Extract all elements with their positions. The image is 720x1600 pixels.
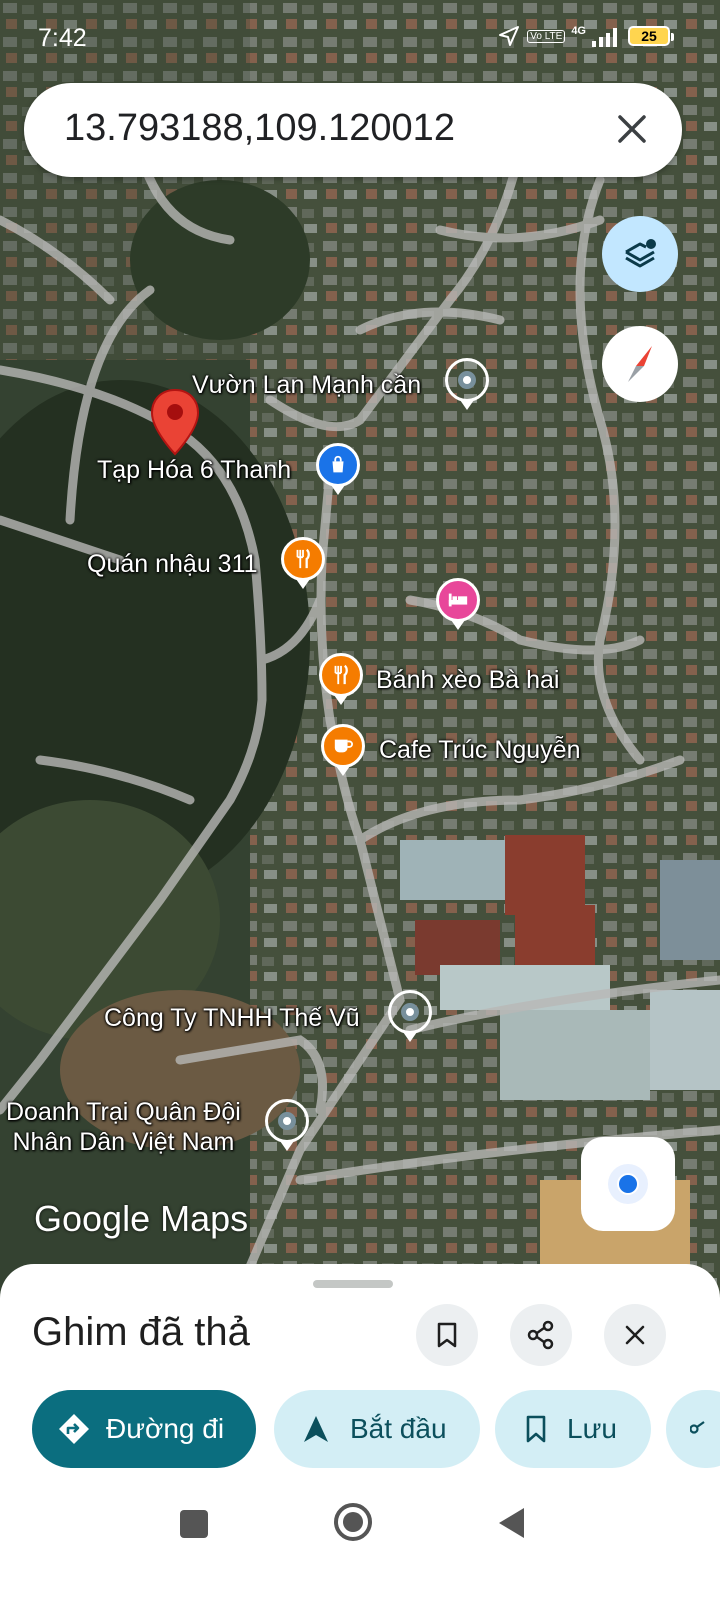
- poi-generic-icon[interactable]: [388, 990, 432, 1042]
- save-label: Lưu: [567, 1413, 617, 1444]
- sheet-drag-handle[interactable]: [313, 1280, 393, 1288]
- save-button[interactable]: Lưu: [495, 1390, 651, 1468]
- restaurant-icon[interactable]: [281, 537, 325, 589]
- bookmark-icon: [526, 1415, 546, 1443]
- network-type: 4G: [571, 25, 586, 37]
- search-query[interactable]: 13.793188,109.120012: [64, 107, 455, 150]
- dropped-pin-icon[interactable]: [150, 388, 200, 458]
- bookmark-button[interactable]: [416, 1304, 478, 1366]
- battery-icon: 25: [628, 26, 674, 46]
- back-icon[interactable]: [496, 1506, 528, 1540]
- poi-label-cong-ty[interactable]: Công Ty TNHH Thế Vũ: [104, 1003, 360, 1033]
- status-time: 7:42: [38, 24, 87, 52]
- poi-label-doanh-trai[interactable]: Doanh Trại Quân Đội Nhân Dân Việt Nam: [6, 1097, 241, 1157]
- close-icon: [625, 1325, 645, 1345]
- home-icon[interactable]: [333, 1502, 373, 1542]
- start-button[interactable]: Bắt đầu: [274, 1390, 480, 1468]
- poi-label-banh-xeo[interactable]: Bánh xèo Bà hai: [376, 665, 559, 695]
- share-button[interactable]: [510, 1304, 572, 1366]
- poi-generic-icon[interactable]: [445, 358, 489, 410]
- map-view[interactable]: Vườn Lan Mạnh cần Tạp Hóa 6 Thanh Quán n…: [0, 0, 720, 1300]
- start-label: Bắt đầu: [350, 1413, 447, 1444]
- share-icon: [527, 1320, 554, 1350]
- shopping-bag-icon[interactable]: [316, 443, 360, 495]
- my-location-button[interactable]: [581, 1137, 675, 1231]
- my-location-icon: [608, 1164, 648, 1204]
- navigation-arrow-icon: [304, 1416, 328, 1442]
- close-sheet-button[interactable]: [604, 1304, 666, 1366]
- compass-icon: [628, 346, 652, 382]
- clear-search-icon[interactable]: [610, 107, 654, 151]
- directions-button[interactable]: Đường đi: [32, 1390, 256, 1468]
- poi-label-vuon-lan[interactable]: Vườn Lan Mạnh cần: [192, 370, 421, 400]
- bookmark-icon: [437, 1322, 457, 1348]
- location-arrow-icon: [499, 26, 520, 46]
- layers-icon: [625, 239, 656, 268]
- status-bar: 7:42 Vo LTE 4G 25: [0, 0, 720, 70]
- directions-label: Đường đi: [106, 1413, 225, 1444]
- search-bar[interactable]: 13.793188,109.120012: [24, 83, 682, 177]
- sheet-title: Ghim đã thả: [32, 1310, 250, 1354]
- signal-icon: [592, 28, 617, 47]
- poi-label-quan-nhau[interactable]: Quán nhậu 311: [87, 549, 258, 579]
- volte-icon: Vo LTE: [527, 29, 566, 43]
- hotel-icon[interactable]: [436, 578, 480, 630]
- google-maps-logo: Google Maps: [34, 1198, 249, 1239]
- system-navigation-bar: [0, 1488, 720, 1600]
- compass-button[interactable]: [602, 326, 678, 402]
- recents-icon[interactable]: [178, 1508, 210, 1540]
- poi-label-cafe[interactable]: Cafe Trúc Nguyễn: [379, 735, 581, 765]
- poi-generic-icon[interactable]: [265, 1099, 309, 1151]
- action-chips: Đường đi Bắt đầu Lưu: [32, 1390, 720, 1468]
- restaurant-icon[interactable]: [319, 653, 363, 705]
- poi-label-tap-hoa[interactable]: Tạp Hóa 6 Thanh: [97, 455, 291, 485]
- directions-icon: [59, 1414, 89, 1444]
- layers-button[interactable]: [602, 216, 678, 292]
- share-chip[interactable]: [666, 1390, 720, 1468]
- cafe-icon[interactable]: [321, 724, 365, 776]
- share-icon: [690, 1421, 705, 1434]
- battery-level: 25: [641, 28, 657, 44]
